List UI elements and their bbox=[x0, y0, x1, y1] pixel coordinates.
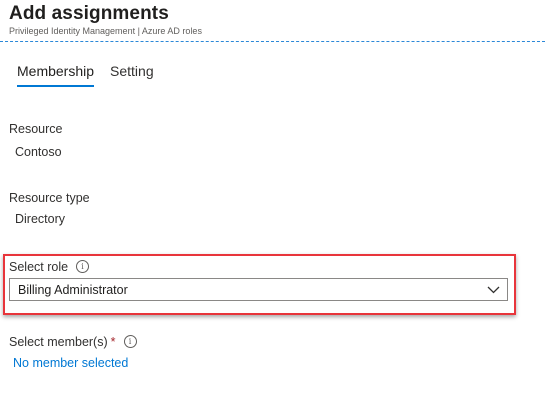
select-members-label: Select member(s) * i bbox=[9, 335, 137, 349]
select-members-link[interactable]: No member selected bbox=[13, 356, 128, 370]
header-divider bbox=[0, 41, 545, 42]
info-icon[interactable]: i bbox=[76, 260, 90, 274]
select-members-label-text: Select member(s) bbox=[9, 335, 108, 349]
info-icon[interactable]: i bbox=[123, 335, 137, 349]
resource-type-value: Directory bbox=[15, 212, 66, 226]
add-assignments-panel: Add assignments Privileged Identity Mana… bbox=[0, 0, 545, 406]
resource-label: Resource bbox=[9, 122, 63, 136]
select-role-label-text: Select role bbox=[9, 260, 69, 274]
select-role-dropdown[interactable]: Billing Administrator bbox=[9, 278, 508, 301]
required-marker: * bbox=[110, 335, 116, 349]
select-role-label: Select role i bbox=[9, 260, 90, 274]
page-title: Add assignments bbox=[9, 3, 169, 24]
select-role-value: Billing Administrator bbox=[18, 283, 128, 297]
resource-type-label: Resource type bbox=[9, 191, 90, 205]
tab-membership[interactable]: Membership bbox=[17, 63, 95, 87]
tab-bar: Membership Setting bbox=[17, 63, 170, 87]
breadcrumb: Privileged Identity Management | Azure A… bbox=[9, 26, 202, 36]
chevron-down-icon bbox=[487, 286, 500, 294]
tab-setting[interactable]: Setting bbox=[110, 63, 154, 87]
resource-value: Contoso bbox=[15, 145, 62, 159]
